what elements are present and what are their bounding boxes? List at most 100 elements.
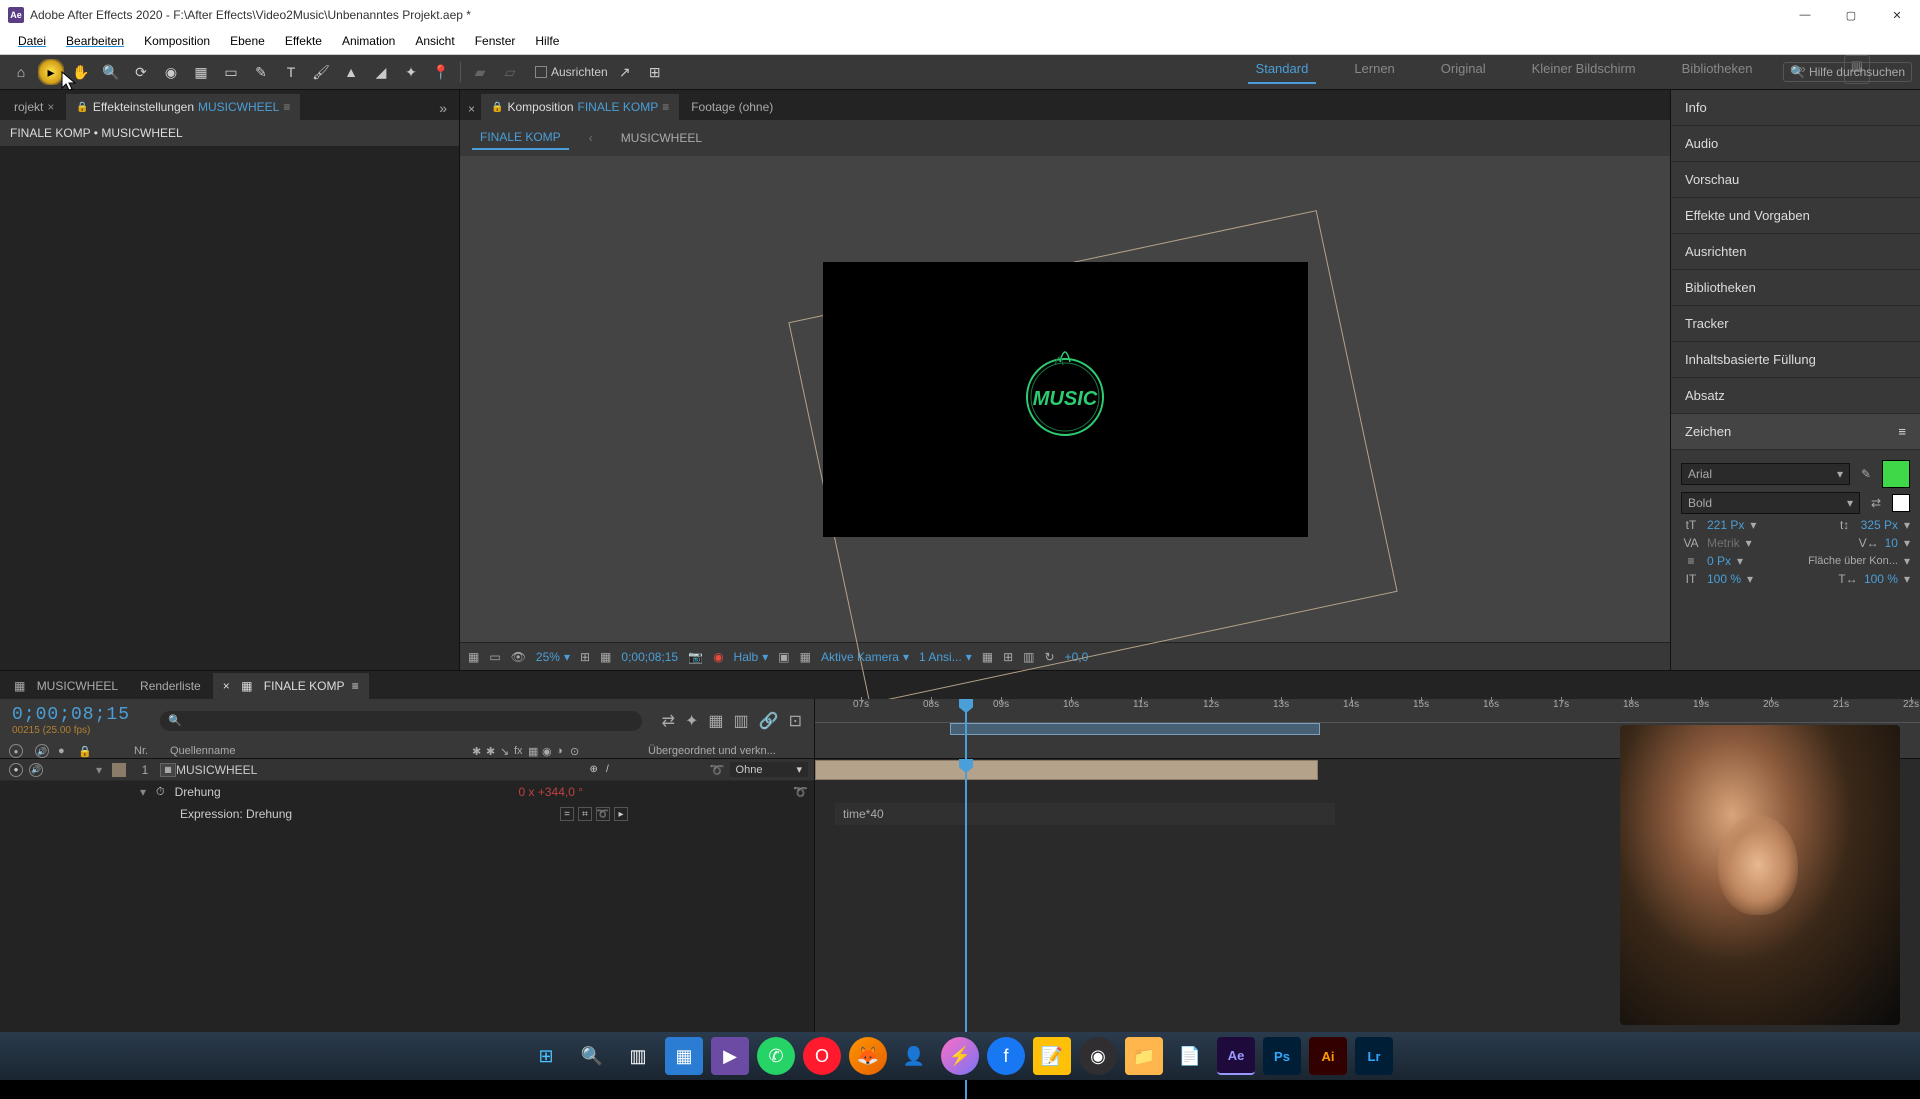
orbit-tool[interactable]: ⟳ — [128, 59, 154, 85]
layer-expand-icon[interactable]: ▾ — [96, 763, 108, 777]
layer-color-label[interactable] — [112, 763, 126, 777]
property-row-drehung[interactable]: ▾ ⏱ Drehung 0 x +344,0 ° ➰ — [0, 781, 814, 803]
prop-pick-icon[interactable]: ➰ — [793, 785, 808, 799]
text-tool[interactable]: T — [278, 59, 304, 85]
tl-tab-musicwheel[interactable]: ▦ MUSICWHEEL — [4, 673, 128, 699]
zoom-tool[interactable]: 🔍 — [98, 59, 124, 85]
taskbar-start[interactable]: ⊞ — [527, 1037, 565, 1075]
zoom-dropdown[interactable]: 25% ▾ — [536, 650, 570, 664]
menu-hilfe[interactable]: Hilfe — [525, 30, 569, 54]
crumb-finale[interactable]: FINALE KOMP — [472, 126, 569, 150]
vf-3d-icon[interactable]: ▦ — [982, 650, 993, 664]
col-audio-icon[interactable]: 🔊 — [35, 744, 49, 758]
expr-graph-icon[interactable]: ⌗ — [578, 807, 592, 821]
snap-option-2[interactable]: ⊞ — [642, 59, 668, 85]
leading-value[interactable]: 325 Px — [1861, 518, 1898, 532]
kerning-value[interactable]: Metrik — [1707, 536, 1740, 550]
vf-res-icon2[interactable]: ▦ — [600, 650, 611, 664]
composition-tab[interactable]: 🔒 Komposition FINALE KOMP ≡ — [481, 94, 679, 120]
eraser-tool[interactable]: ◢ — [368, 59, 394, 85]
vf-refresh-icon[interactable]: ↻ — [1045, 650, 1055, 664]
taskbar-app-1[interactable]: 👤 — [895, 1037, 933, 1075]
footage-tab[interactable]: Footage (ohne) — [681, 94, 783, 120]
roto-tool[interactable]: ✦ — [398, 59, 424, 85]
expr-lang-icon[interactable]: ▸ — [614, 807, 628, 821]
layer-audio-toggle[interactable]: 🔊 — [29, 763, 43, 777]
minimize-button[interactable]: — — [1782, 0, 1828, 30]
col-lock-icon[interactable]: 🔒 — [78, 745, 92, 758]
tl-tool-1[interactable]: ⇄ — [662, 711, 675, 731]
work-area-bar[interactable] — [950, 723, 1320, 735]
project-tab[interactable]: rojekt× — [4, 94, 64, 120]
col-video-icon[interactable]: ● — [9, 744, 23, 758]
tl-tab-finale[interactable]: × ▦ FINALE KOMP ≡ — [213, 673, 369, 699]
vf-res-icon1[interactable]: ⊞ — [580, 650, 590, 664]
expr-enable-icon[interactable]: = — [560, 807, 574, 821]
vf-transparency-icon[interactable]: ▦ — [800, 650, 811, 664]
panel-content-fill[interactable]: Inhaltsbasierte Füllung — [1671, 342, 1920, 378]
stroke-mode-dropdown[interactable]: Fläche über Kon... — [1808, 555, 1898, 567]
font-family-dropdown[interactable]: Arial▾ — [1681, 463, 1850, 485]
panel-info[interactable]: Info — [1671, 90, 1920, 126]
layer-duration-bar[interactable] — [815, 760, 1318, 780]
prop-expand-icon[interactable]: ▾ — [140, 785, 146, 799]
swap-colors-icon[interactable]: ⇄ — [1866, 496, 1886, 510]
font-weight-dropdown[interactable]: Bold▾ — [1681, 492, 1860, 514]
comp-tab-close[interactable]: × — [464, 98, 479, 120]
vf-mask-icon[interactable]: 👁 — [511, 650, 526, 664]
crumb-musicwheel[interactable]: MUSICWHEEL — [613, 127, 710, 149]
panel-zeichen[interactable]: Zeichen ≡ — [1671, 414, 1920, 450]
taskbar-folder[interactable]: 📁 — [1125, 1037, 1163, 1075]
vf-channel-icon[interactable]: ▭ — [489, 650, 500, 664]
close-button[interactable]: ✕ — [1874, 0, 1920, 30]
taskbar-illustrator[interactable]: Ai — [1309, 1037, 1347, 1075]
resolution-dropdown[interactable]: Halb ▾ — [734, 650, 769, 664]
selection-tool[interactable]: ▸ — [38, 59, 64, 85]
maximize-button[interactable]: ▢ — [1828, 0, 1874, 30]
shape-tool[interactable]: ▭ — [218, 59, 244, 85]
playhead-body[interactable] — [965, 759, 967, 1039]
font-size-value[interactable]: 221 Px — [1707, 518, 1744, 532]
stroke-swatch[interactable]: ▱ — [497, 59, 523, 85]
tl-tab-render[interactable]: Renderliste — [130, 673, 211, 699]
camera-dropdown[interactable]: Aktive Kamera ▾ — [821, 650, 909, 664]
taskbar-explorer[interactable]: ▦ — [665, 1037, 703, 1075]
views-dropdown[interactable]: 1 Ansi... ▾ — [919, 650, 972, 664]
menu-effekte[interactable]: Effekte — [275, 30, 332, 54]
taskbar-whatsapp[interactable]: ✆ — [757, 1037, 795, 1075]
menu-fenster[interactable]: Fenster — [465, 30, 526, 54]
workspace-standard[interactable]: Standard — [1248, 55, 1317, 84]
taskbar-app-purple[interactable]: ▶ — [711, 1037, 749, 1075]
stopwatch-icon[interactable]: ⏱ — [156, 786, 165, 799]
snapshot-icon[interactable]: 📷 — [688, 650, 703, 664]
menu-komposition[interactable]: Komposition — [134, 30, 220, 54]
taskbar-photoshop[interactable]: Ps — [1263, 1037, 1301, 1075]
taskbar-firefox[interactable]: 🦊 — [849, 1037, 887, 1075]
parent-dropdown[interactable]: Ohne▾ — [730, 762, 808, 777]
snap-checkbox[interactable]: Ausrichten — [535, 65, 608, 79]
help-search[interactable]: 🔍 Hilfe durchsuchen — [1783, 62, 1912, 82]
panel-ausrichten[interactable]: Ausrichten — [1671, 234, 1920, 270]
rotate-tool[interactable]: ◉ — [158, 59, 184, 85]
timeline-search[interactable]: 🔍 — [160, 711, 642, 731]
parent-pick-icon[interactable]: ➰ — [710, 763, 730, 777]
taskbar-messenger[interactable]: ⚡ — [941, 1037, 979, 1075]
vf-alpha-icon[interactable]: ▦ — [468, 650, 479, 664]
expression-field[interactable]: time*40 — [835, 803, 1335, 825]
composition-viewer[interactable]: MUSIC — [460, 156, 1670, 642]
menu-ebene[interactable]: Ebene — [220, 30, 275, 54]
menu-bearbeiten[interactable]: Bearbeiten — [56, 30, 134, 54]
stamp-tool[interactable]: ▲ — [338, 59, 364, 85]
timeline-ruler[interactable]: 07s 08s 09s 10s 11s 12s 13s 14s 15s 16s … — [815, 699, 1920, 723]
taskbar-search[interactable]: 🔍 — [573, 1037, 611, 1075]
exposure-value[interactable]: +0,0 — [1065, 650, 1089, 664]
taskbar-notes[interactable]: 📝 — [1033, 1037, 1071, 1075]
viewer-timecode[interactable]: 0;00;08;15 — [621, 650, 678, 664]
puppet-tool[interactable]: 📍 — [428, 59, 454, 85]
panel-audio[interactable]: Audio — [1671, 126, 1920, 162]
taskbar-aftereffects[interactable]: Ae — [1217, 1037, 1255, 1075]
fill-swatch[interactable]: ▰ — [467, 59, 493, 85]
stroke-width-value[interactable]: 0 Px — [1707, 554, 1731, 568]
vf-region-icon[interactable]: ▣ — [778, 650, 789, 664]
taskbar-sketch[interactable]: 📄 — [1171, 1037, 1209, 1075]
